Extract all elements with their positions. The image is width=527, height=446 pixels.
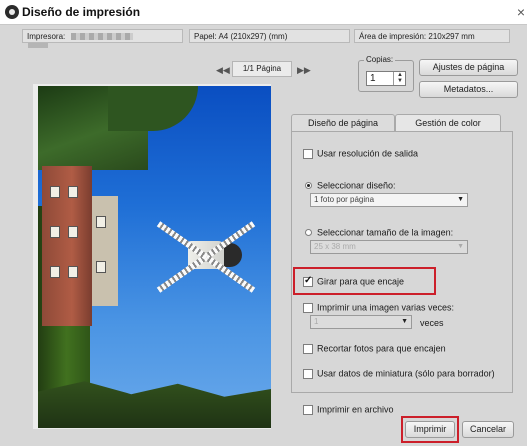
rotate-to-fit-label: Girar para que encaje	[317, 276, 405, 287]
output-resolution-option[interactable]: Usar resolución de salida	[303, 148, 418, 159]
print-design-dialog: Diseño de impresión × Impresora: Papel: …	[0, 0, 527, 446]
crop-to-fit-checkbox[interactable]	[303, 343, 313, 354]
print-to-file-checkbox[interactable]	[303, 404, 313, 415]
paper-field: Papel: A4 (210x297) (mm)	[189, 29, 350, 43]
print-multiple-label: Imprimir una imagen varias veces:	[317, 302, 455, 313]
print-multiple-suffix: veces	[420, 318, 444, 328]
app-logo-icon	[5, 5, 19, 19]
print-multiple-option[interactable]: Imprimir una imagen varias veces:	[303, 302, 454, 313]
select-image-size-label: Seleccionar tamaño de la imagen:	[317, 227, 454, 238]
crop-to-fit-option[interactable]: Recortar fotos para que encajen	[303, 343, 446, 354]
chevron-down-icon: ▼	[401, 318, 408, 325]
info-bar: Impresora: Papel: A4 (210x297) (mm) Área…	[0, 26, 527, 46]
thumbnail-data-label: Usar datos de miniatura (sólo para borra…	[317, 368, 495, 379]
output-resolution-checkbox[interactable]	[303, 148, 313, 159]
select-layout-label: Seleccionar diseño:	[317, 180, 396, 191]
print-to-file-label: Imprimir en archivo	[317, 404, 394, 415]
layout-dropdown-value: 1 foto por página	[314, 195, 375, 204]
thumbnail-data-option[interactable]: Usar datos de miniatura (sólo para borra…	[303, 368, 495, 379]
select-image-size-radio[interactable]	[305, 229, 312, 237]
copies-stepper[interactable]: ▲ ▼	[393, 72, 406, 85]
page-indicator: 1/1 Página	[232, 61, 292, 77]
title-bar: Diseño de impresión ×	[0, 0, 527, 25]
select-layout-option[interactable]: Seleccionar diseño:	[305, 180, 396, 191]
tab-color-management[interactable]: Gestión de color	[395, 114, 501, 131]
printer-field: Impresora:	[22, 29, 183, 43]
previous-page-icon[interactable]: ◀◀	[216, 65, 230, 76]
printer-name-redacted	[71, 33, 134, 41]
print-button[interactable]: Imprimir	[405, 421, 455, 438]
printer-name-redacted-line2	[28, 43, 48, 48]
next-page-icon[interactable]: ▶▶	[297, 65, 311, 76]
layout-dropdown[interactable]: 1 foto por página ▼	[310, 193, 468, 207]
chevron-down-icon: ▼	[457, 196, 464, 203]
print-to-file-option[interactable]: Imprimir en archivo	[303, 404, 394, 415]
select-image-size-option[interactable]: Seleccionar tamaño de la imagen:	[305, 227, 453, 238]
output-resolution-label: Usar resolución de salida	[317, 148, 419, 159]
print-multiple-dropdown[interactable]: 1 ▼	[310, 315, 412, 329]
image-size-dropdown[interactable]: 25 x 38 mm ▼	[310, 240, 468, 254]
print-area-field: Área de impresión: 210x297 mm	[354, 29, 510, 43]
window-title: Diseño de impresión	[22, 5, 141, 19]
select-layout-radio[interactable]	[305, 182, 312, 190]
rotate-to-fit-checkbox[interactable]	[303, 275, 313, 287]
page-layout-panel	[291, 131, 513, 393]
image-size-dropdown-value: 25 x 38 mm	[314, 242, 356, 251]
preview-photo	[38, 86, 271, 428]
metadata-button[interactable]: Metadatos...	[419, 81, 518, 98]
tab-page-layout[interactable]: Diseño de página	[291, 114, 395, 132]
thumbnail-data-checkbox[interactable]	[303, 368, 313, 379]
page-settings-button[interactable]: Ajustes de página	[419, 59, 518, 76]
stepper-down-icon[interactable]: ▼	[394, 78, 406, 84]
close-icon[interactable]: ×	[517, 4, 525, 20]
cancel-button[interactable]: Cancelar	[462, 421, 514, 438]
copies-label: Copias:	[364, 55, 396, 64]
print-multiple-dropdown-value: 1	[314, 317, 319, 326]
rotate-to-fit-option[interactable]: Girar para que encaje	[303, 275, 405, 287]
printer-label: Impresora:	[27, 32, 66, 41]
chevron-down-icon: ▼	[457, 243, 464, 250]
print-multiple-checkbox[interactable]	[303, 302, 313, 313]
crop-to-fit-label: Recortar fotos para que encajen	[317, 343, 446, 354]
